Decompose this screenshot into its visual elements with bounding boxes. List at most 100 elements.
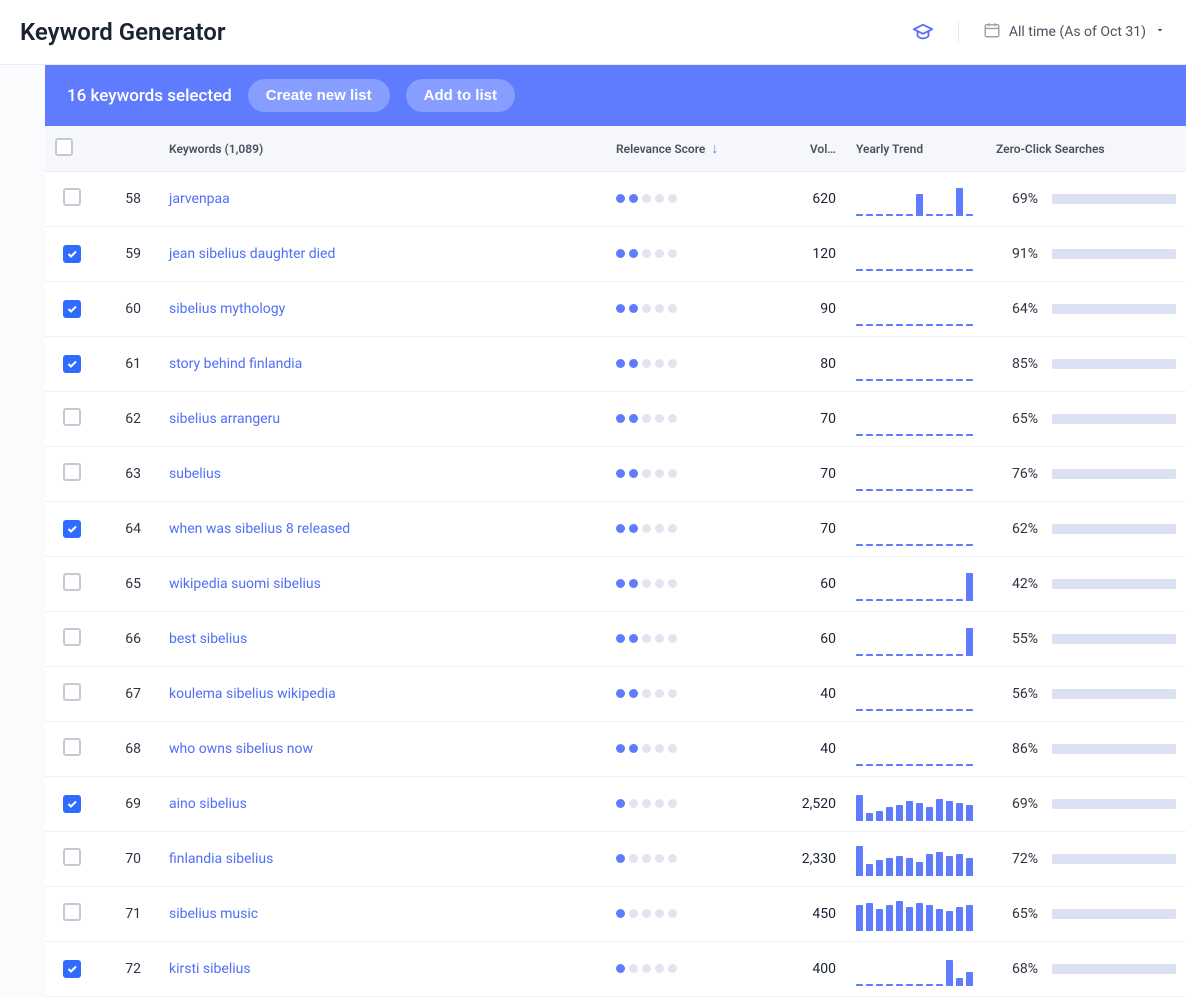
keyword-link[interactable]: who owns sibelius now bbox=[169, 741, 313, 757]
col-header-volume[interactable]: Vol… bbox=[746, 126, 846, 172]
relevance-score bbox=[606, 502, 746, 557]
zero-click-cell: 55% bbox=[986, 612, 1186, 667]
table-row: 66 best sibelius 60 55% bbox=[45, 612, 1186, 667]
volume-value: 2,330 bbox=[746, 832, 846, 887]
relevance-score bbox=[606, 282, 746, 337]
trend-sparkline bbox=[846, 502, 986, 557]
row-index: 66 bbox=[99, 612, 159, 667]
row-checkbox[interactable] bbox=[63, 960, 81, 978]
relevance-score bbox=[606, 227, 746, 282]
zero-click-cell: 65% bbox=[986, 392, 1186, 447]
zero-click-cell: 64% bbox=[986, 282, 1186, 337]
row-checkbox[interactable] bbox=[63, 795, 81, 813]
relevance-score bbox=[606, 667, 746, 722]
row-checkbox[interactable] bbox=[63, 245, 81, 263]
row-checkbox[interactable] bbox=[63, 355, 81, 373]
zero-click-cell: 86% bbox=[986, 722, 1186, 777]
zero-click-pct: 68% bbox=[996, 961, 1038, 977]
row-checkbox[interactable] bbox=[63, 903, 81, 921]
page-title: Keyword Generator bbox=[20, 18, 912, 46]
keyword-link[interactable]: finlandia sibelius bbox=[169, 851, 273, 867]
zero-click-cell: 65% bbox=[986, 887, 1186, 942]
zero-click-pct: 72% bbox=[996, 851, 1038, 867]
create-list-button[interactable]: Create new list bbox=[248, 79, 390, 112]
keyword-link[interactable]: sibelius music bbox=[169, 906, 258, 922]
row-index: 68 bbox=[99, 722, 159, 777]
volume-value: 450 bbox=[746, 887, 846, 942]
row-index: 70 bbox=[99, 832, 159, 887]
volume-value: 60 bbox=[746, 557, 846, 612]
row-checkbox[interactable] bbox=[63, 463, 81, 481]
row-index: 63 bbox=[99, 447, 159, 502]
keyword-link[interactable]: sibelius arrangeru bbox=[169, 411, 280, 427]
trend-sparkline bbox=[846, 832, 986, 887]
row-index: 62 bbox=[99, 392, 159, 447]
trend-sparkline bbox=[846, 557, 986, 612]
zero-click-cell: 91% bbox=[986, 227, 1186, 282]
row-checkbox[interactable] bbox=[63, 683, 81, 701]
relevance-score bbox=[606, 942, 746, 997]
row-index: 59 bbox=[99, 227, 159, 282]
zero-click-cell: 69% bbox=[986, 172, 1186, 227]
keyword-link[interactable]: aino sibelius bbox=[169, 796, 247, 812]
relevance-score bbox=[606, 557, 746, 612]
table-row: 67koulema sibelius wikipedia4056% bbox=[45, 667, 1186, 722]
trend-sparkline bbox=[846, 667, 986, 722]
zero-click-pct: 56% bbox=[996, 686, 1038, 702]
trend-sparkline bbox=[846, 392, 986, 447]
trend-sparkline bbox=[846, 887, 986, 942]
academy-icon[interactable] bbox=[912, 21, 934, 43]
trend-sparkline bbox=[846, 447, 986, 502]
col-header-keywords[interactable]: Keywords (1,089) bbox=[159, 126, 606, 172]
keyword-link[interactable]: jean sibelius daughter died bbox=[169, 246, 335, 262]
zero-click-pct: 65% bbox=[996, 411, 1038, 427]
table-row: 58jarvenpaa62069% bbox=[45, 172, 1186, 227]
add-to-list-button[interactable]: Add to list bbox=[406, 79, 515, 112]
row-checkbox[interactable] bbox=[63, 848, 81, 866]
row-checkbox[interactable] bbox=[63, 408, 81, 426]
select-all-checkbox[interactable] bbox=[55, 138, 73, 156]
volume-value: 70 bbox=[746, 502, 846, 557]
volume-value: 90 bbox=[746, 282, 846, 337]
date-range-label: All time (As of Oct 31) bbox=[1009, 24, 1146, 40]
row-checkbox[interactable] bbox=[63, 520, 81, 538]
col-header-trend[interactable]: Yearly Trend bbox=[846, 126, 986, 172]
topbar: Keyword Generator All time (As of Oct 31… bbox=[0, 0, 1186, 65]
row-index: 71 bbox=[99, 887, 159, 942]
table-row: 62sibelius arrangeru7065% bbox=[45, 392, 1186, 447]
table-row: 64when was sibelius 8 released7062% bbox=[45, 502, 1186, 557]
date-range-picker[interactable]: All time (As of Oct 31) bbox=[958, 21, 1166, 43]
keyword-link[interactable]: story behind finlandia bbox=[169, 356, 302, 372]
volume-value: 120 bbox=[746, 227, 846, 282]
zero-click-pct: 69% bbox=[996, 796, 1038, 812]
zero-click-cell: 68% bbox=[986, 942, 1186, 997]
relevance-score bbox=[606, 722, 746, 777]
row-checkbox[interactable] bbox=[63, 573, 81, 591]
volume-value: 60 bbox=[746, 612, 846, 667]
table-row: 61story behind finlandia8085% bbox=[45, 337, 1186, 392]
col-header-zeroclick[interactable]: Zero-Click Searches bbox=[986, 126, 1186, 172]
zero-click-pct: 91% bbox=[996, 246, 1038, 262]
keyword-link[interactable]: kirsti sibelius bbox=[169, 961, 251, 977]
col-header-checkbox bbox=[45, 126, 99, 172]
keyword-link[interactable]: jarvenpaa bbox=[169, 191, 230, 207]
relevance-score bbox=[606, 172, 746, 227]
chevron-down-icon bbox=[1154, 24, 1166, 40]
col-header-relevance[interactable]: Relevance Score↓ bbox=[606, 126, 746, 172]
trend-sparkline bbox=[846, 227, 986, 282]
zero-click-pct: 42% bbox=[996, 576, 1038, 592]
keyword-link[interactable]: sibelius mythology bbox=[169, 301, 285, 317]
keyword-link[interactable]: koulema sibelius wikipedia bbox=[169, 686, 336, 702]
volume-value: 40 bbox=[746, 722, 846, 777]
row-index: 65 bbox=[99, 557, 159, 612]
row-checkbox[interactable] bbox=[63, 300, 81, 318]
table-row: 71 sibelius music 450 65% bbox=[45, 887, 1186, 942]
keyword-link[interactable]: when was sibelius 8 released bbox=[169, 521, 350, 537]
row-checkbox[interactable] bbox=[63, 738, 81, 756]
keyword-link[interactable]: wikipedia suomi sibelius bbox=[169, 576, 321, 592]
row-checkbox[interactable] bbox=[63, 188, 81, 206]
table-row: 68 who owns sibelius now 40 86% bbox=[45, 722, 1186, 777]
keyword-link[interactable]: subelius bbox=[169, 466, 221, 482]
row-checkbox[interactable] bbox=[63, 628, 81, 646]
keyword-link[interactable]: best sibelius bbox=[169, 631, 247, 647]
